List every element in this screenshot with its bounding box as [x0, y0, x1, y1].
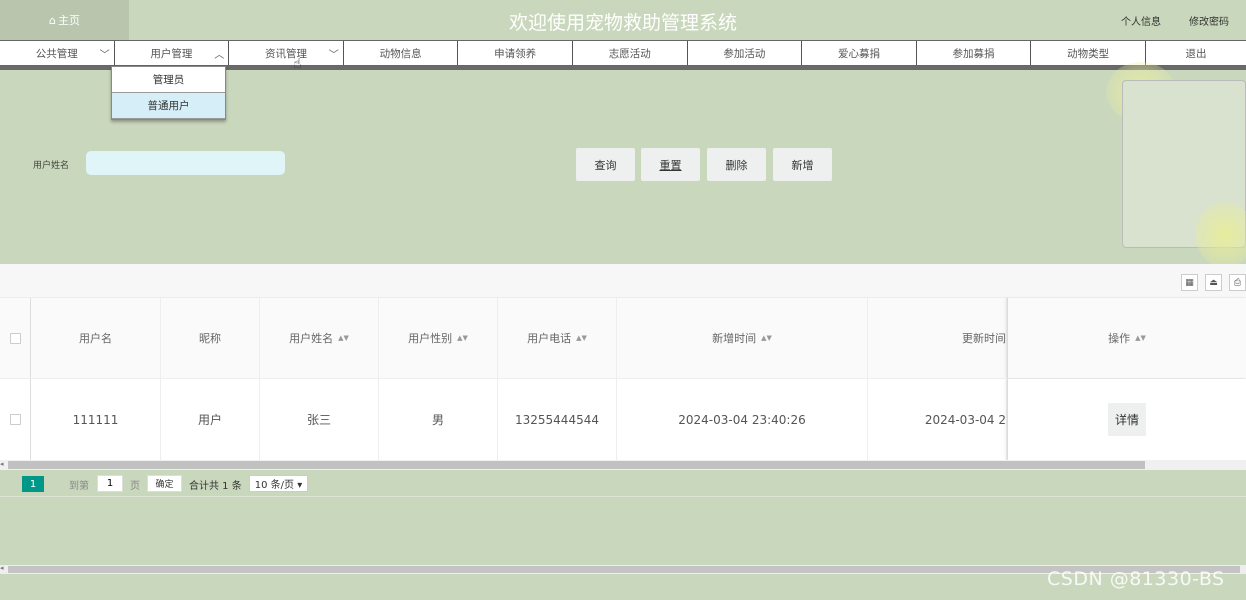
page-size-select[interactable]: 10 条/页 ▾: [249, 475, 308, 492]
nav-item-label: 爱心募捐: [837, 47, 880, 60]
column-label: 用户姓名: [289, 332, 334, 345]
nav-item-label: 参加募捐: [952, 47, 995, 60]
table-row: 111111 用户 张三 男 13255444544 2024-03-04 23…: [0, 379, 1246, 460]
print-icon[interactable]: ⎙: [1229, 274, 1246, 291]
nav-item-volunteer[interactable]: 志愿活动: [573, 41, 688, 65]
table-toolbar: ▦ ⏏ ⎙: [0, 264, 1246, 298]
cell-created: 2024-03-04 23:40:26: [617, 379, 868, 460]
select-all-checkbox[interactable]: [9, 332, 21, 344]
total-count: 合计共 1 条: [189, 481, 242, 492]
nav-item-label: 参加活动: [723, 47, 766, 60]
column-header-gender[interactable]: 用户性别 ▲▼: [379, 298, 498, 378]
select-all-cell: [0, 298, 31, 378]
scroll-left-icon[interactable]: ◂: [0, 460, 4, 468]
cell-actions: 详情: [1007, 379, 1246, 460]
user-management-dropdown: 管理员 普通用户: [111, 66, 226, 120]
detail-button[interactable]: 详情: [1108, 403, 1146, 436]
header: ⌂ 主页 欢迎使用宠物救助管理系统 个人信息 修改密码: [0, 0, 1246, 40]
chevron-down-icon: ﹀: [328, 50, 339, 61]
profile-link[interactable]: 个人信息: [1121, 13, 1161, 28]
column-header-nickname: 昵称: [161, 298, 260, 378]
scrollbar-thumb[interactable]: [8, 461, 1145, 469]
cell-username: 111111: [31, 379, 161, 460]
nav-item-label: 公共管理: [35, 47, 78, 60]
table-header-row: 用户名 昵称 用户姓名 ▲▼ 用户性别 ▲▼ 用户电话 ▲▼ 新增时间 ▲▼ 更新时间 …: [0, 298, 1246, 379]
column-label: 操作: [1108, 332, 1131, 345]
hand-cursor-icon: ☝: [293, 56, 302, 72]
export-icon[interactable]: ⏏: [1205, 274, 1222, 291]
sort-icon[interactable]: ▲▼: [457, 334, 468, 342]
watermark: CSDN @81330-BS: [1047, 568, 1225, 590]
table-horizontal-scrollbar[interactable]: ◂: [0, 460, 1246, 470]
query-button[interactable]: 查询: [576, 148, 635, 181]
main-nav: 公共管理 ﹀ 用户管理 ︿ 资讯管理 ﹀ 动物信息 申请领养 志愿活动 参加活动…: [0, 40, 1246, 66]
goto-page-input[interactable]: [97, 475, 123, 492]
add-button[interactable]: 新增: [773, 148, 832, 181]
column-label: 用户名: [79, 332, 112, 345]
nav-item-join-activity[interactable]: 参加活动: [688, 41, 803, 65]
row-select-cell: [0, 379, 31, 460]
goto-confirm-button[interactable]: 确定: [147, 475, 182, 492]
sort-icon[interactable]: ▲▼: [338, 334, 349, 342]
column-label: 用户性别: [408, 332, 453, 345]
nav-item-join-donation[interactable]: 参加募捐: [917, 41, 1032, 65]
column-header-username: 用户名: [31, 298, 161, 378]
data-table: ▦ ⏏ ⎙ 用户名 昵称 用户姓名 ▲▼ 用户性别 ▲▼ 用户电话 ▲▼ 新增时间 ▲▼…: [0, 264, 1246, 470]
nav-item-label: 志愿活动: [608, 47, 651, 60]
nav-item-animals[interactable]: 动物信息: [344, 41, 459, 65]
user-name-input[interactable]: [86, 151, 285, 175]
nav-item-logout[interactable]: 退出: [1146, 41, 1246, 65]
nav-item-label: 动物类型: [1067, 47, 1110, 60]
nav-item-users[interactable]: 用户管理 ︿: [115, 41, 230, 65]
nav-item-animal-types[interactable]: 动物类型: [1031, 41, 1146, 65]
column-label: 更新时间: [962, 332, 1006, 345]
change-password-link[interactable]: 修改密码: [1189, 13, 1229, 28]
nav-item-donation[interactable]: 爱心募捐: [802, 41, 917, 65]
nav-item-public[interactable]: 公共管理 ﹀: [0, 41, 115, 65]
columns-icon[interactable]: ▦: [1181, 274, 1198, 291]
nav-item-label: 申请领养: [494, 47, 537, 60]
current-page[interactable]: 1: [22, 476, 44, 492]
column-label: 用户电话: [527, 332, 572, 345]
cell-phone: 13255444544: [498, 379, 617, 460]
sort-icon[interactable]: ▲▼: [761, 334, 772, 342]
column-header-created[interactable]: 新增时间 ▲▼: [617, 298, 868, 378]
sort-icon[interactable]: ▲▼: [576, 334, 587, 342]
pagination: 1 到第 页 确定 合计共 1 条 10 条/页 ▾: [0, 470, 1246, 497]
sort-icon[interactable]: ▲▼: [1135, 334, 1146, 342]
cell-gender: 男: [379, 379, 498, 460]
cell-real-name: 张三: [260, 379, 379, 460]
reset-button[interactable]: 重置: [641, 148, 700, 181]
column-label: 新增时间: [712, 332, 757, 345]
chevron-up-icon: ︿: [214, 50, 225, 61]
row-checkbox[interactable]: [9, 414, 21, 425]
column-header-updated: 更新时间: [868, 298, 1007, 378]
goto-label: 到第: [69, 481, 89, 492]
nav-item-label: 动物信息: [379, 47, 422, 60]
site-title: 欢迎使用宠物救助管理系统: [508, 12, 737, 34]
chevron-down-icon: ﹀: [99, 50, 110, 61]
cell-updated: 2024-03-04 2: [868, 379, 1007, 460]
column-label: 昵称: [199, 332, 221, 345]
column-header-real-name[interactable]: 用户姓名 ▲▼: [260, 298, 379, 378]
user-name-label: 用户姓名: [33, 161, 70, 171]
column-header-phone[interactable]: 用户电话 ▲▼: [498, 298, 617, 378]
dropdown-item-admin[interactable]: 管理员: [112, 67, 225, 93]
scroll-left-icon[interactable]: ◂: [0, 564, 4, 572]
cell-nickname: 用户: [161, 379, 260, 460]
nav-item-news[interactable]: 资讯管理 ﹀: [229, 41, 344, 65]
page-suffix: 页: [130, 481, 140, 492]
delete-button[interactable]: 删除: [707, 148, 766, 181]
column-header-actions[interactable]: 操作 ▲▼: [1007, 298, 1246, 378]
nav-item-label: 用户管理: [150, 47, 193, 60]
nav-item-adoption[interactable]: 申请领养: [458, 41, 573, 65]
decorative-glow: [1195, 202, 1246, 267]
nav-item-label: 退出: [1185, 47, 1207, 60]
dropdown-item-normal-user[interactable]: 普通用户: [112, 93, 225, 119]
